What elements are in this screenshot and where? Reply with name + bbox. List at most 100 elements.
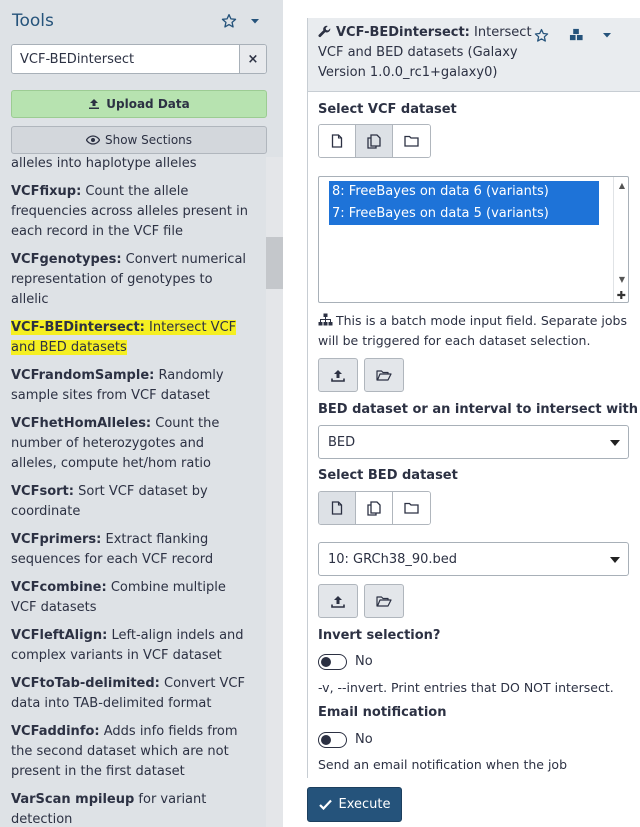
- tool-name: VCFprimers:: [11, 532, 102, 547]
- folder-icon: [404, 135, 419, 147]
- caret-down-icon[interactable]: [597, 25, 617, 45]
- bed-mode-value: BED: [328, 434, 356, 450]
- vcf-option-selected[interactable]: 7: FreeBayes on data 5 (variants): [329, 203, 599, 225]
- browse-bed-button[interactable]: [364, 584, 404, 618]
- browse-vcf-button[interactable]: [364, 358, 404, 392]
- tool-list-scrollbar[interactable]: [266, 157, 283, 827]
- eye-icon: [85, 135, 100, 145]
- bed-mode-select[interactable]: BED: [318, 425, 629, 459]
- caret-down-icon: [610, 557, 620, 563]
- email-notification-toggle[interactable]: [318, 732, 347, 748]
- tool-list: alleles into haplotype alleles VCFfixup: …: [0, 157, 266, 827]
- tool-list-item[interactable]: VCFaddinfo: Adds info fields from the se…: [11, 722, 251, 782]
- tool-highlight: VCF-BEDintersect: Intersect VCF and BED …: [11, 320, 237, 355]
- dataset-collection-button[interactable]: [393, 492, 430, 524]
- tool-list-item[interactable]: VCFgenotypes: Convert numerical represen…: [11, 250, 251, 310]
- tool-list-item[interactable]: VCFprimers: Extract flanking sequences f…: [11, 530, 251, 570]
- upload-vcf-button[interactable]: [318, 358, 358, 392]
- tool-text: VCFleftAlign: Left-align indels and comp…: [11, 628, 244, 663]
- tool-name: VCFleftAlign:: [11, 628, 108, 643]
- tool-text: VCFcombine: Combine multiple VCF dataset…: [11, 580, 226, 615]
- multiple-datasets-button[interactable]: [356, 492, 393, 524]
- tool-list-item[interactable]: VCFhetHomAlleles: Count the number of he…: [11, 414, 251, 474]
- tool-form-header: VCF-BEDintersect: Intersect VCF and BED …: [308, 18, 640, 92]
- tool-name: VCFaddinfo:: [11, 724, 100, 739]
- vcf-option-selected[interactable]: 8: FreeBayes on data 6 (variants): [329, 181, 599, 203]
- batch-mode-help: This is a batch mode input field. Separa…: [318, 311, 636, 351]
- tool-text: VCFtoTab-delimited: Convert VCF data int…: [11, 676, 245, 711]
- tool-name: VCFfixup:: [11, 184, 82, 199]
- copy-icon: [367, 133, 381, 149]
- vcf-dataset-select[interactable]: 8: FreeBayes on data 6 (variants) 7: Fre…: [318, 176, 629, 303]
- execute-button[interactable]: Execute: [307, 787, 402, 822]
- tool-panel-title: Tools: [12, 11, 54, 31]
- resize-handle-icon[interactable]: ✚: [617, 289, 626, 302]
- tool-text: VCFfixup: Count the allele frequencies a…: [11, 184, 248, 239]
- vcf-select-scrollbar[interactable]: ▲ ▼: [613, 177, 628, 302]
- tool-list-item[interactable]: alleles into haplotype alleles: [11, 157, 251, 174]
- tool-name: VCFcombine:: [11, 580, 107, 595]
- email-notification-label: Email notification: [318, 705, 447, 720]
- single-dataset-button[interactable]: [319, 125, 356, 157]
- clear-search-button[interactable]: ×: [239, 45, 266, 73]
- show-sections-button[interactable]: Show Sections: [11, 126, 267, 154]
- bed-dataset-label: Select BED dataset: [318, 468, 458, 483]
- tool-text: VCFgenotypes: Convert numerical represen…: [11, 252, 246, 307]
- tool-name: VCF-BEDintersect:: [336, 25, 470, 40]
- tool-text: VarScan mpileup for variant detection: [11, 792, 206, 827]
- email-notification-state: No: [355, 732, 373, 747]
- scroll-up-icon[interactable]: ▲: [619, 181, 625, 190]
- sitemap-icon: [318, 313, 333, 326]
- bed-mode-label: BED dataset or an interval to intersect …: [318, 402, 639, 417]
- caret-down-icon: [610, 440, 620, 446]
- batch-mode-help-text: This is a batch mode input field. Separa…: [318, 313, 627, 348]
- tool-text: VCFaddinfo: Adds info fields from the se…: [11, 724, 238, 779]
- multiple-datasets-button[interactable]: [356, 125, 393, 157]
- tool-panel: Tools × Upload Data Show Sections allele…: [0, 0, 283, 827]
- tool-search-input[interactable]: [12, 45, 239, 73]
- tool-text: VCFsort: Sort VCF dataset by coordinate: [11, 484, 208, 519]
- scroll-down-icon[interactable]: ▼: [619, 275, 625, 284]
- invert-selection-state: No: [355, 654, 373, 669]
- tool-list-item[interactable]: VCF-BEDintersect: Intersect VCF and BED …: [11, 318, 251, 358]
- tool-name: VCFgenotypes:: [11, 252, 122, 267]
- tool-list-item[interactable]: VCFfixup: Count the allele frequencies a…: [11, 182, 251, 242]
- bed-dataset-select[interactable]: 10: GRCh38_90.bed: [318, 542, 629, 576]
- tool-name: VCFhetHomAlleles:: [11, 416, 152, 431]
- tool-description: alleles into haplotype alleles: [11, 157, 197, 171]
- tool-list-item[interactable]: VarScan mpileup for variant detection: [11, 790, 251, 827]
- tool-list-item[interactable]: VCFrandomSample: Randomly sample sites f…: [11, 366, 251, 406]
- upload-bed-button[interactable]: [318, 584, 358, 618]
- tool-name: VCFrandomSample:: [11, 368, 155, 383]
- upload-data-button[interactable]: Upload Data: [11, 90, 267, 118]
- invert-selection-toggle[interactable]: [318, 654, 347, 670]
- tool-form-title: VCF-BEDintersect: Intersect VCF and BED …: [318, 23, 533, 83]
- tool-list-item[interactable]: VCFtoTab-delimited: Convert VCF data int…: [11, 674, 251, 714]
- star-icon[interactable]: [531, 25, 551, 45]
- folder-open-icon: [376, 370, 392, 381]
- tool-list-item[interactable]: VCFsort: Sort VCF dataset by coordinate: [11, 482, 251, 522]
- toggle-knob: [321, 656, 331, 667]
- file-icon: [331, 501, 343, 515]
- dataset-collection-button[interactable]: [393, 125, 430, 157]
- tool-name: VCF-BEDintersect:: [11, 320, 145, 335]
- tool-list-item[interactable]: VCFleftAlign: Left-align indels and comp…: [11, 626, 251, 666]
- cubes-icon[interactable]: [566, 25, 586, 45]
- invert-selection-help: -v, --invert. Print entries that DO NOT …: [318, 680, 614, 695]
- tool-text: VCFprimers: Extract flanking sequences f…: [11, 532, 213, 567]
- folder-open-icon: [376, 596, 392, 607]
- panel-gutter: [283, 0, 307, 827]
- invert-selection-label: Invert selection?: [318, 628, 441, 643]
- upload-icon: [331, 595, 345, 608]
- tool-form: VCF-BEDintersect: Intersect VCF and BED …: [307, 18, 640, 778]
- bed-input-mode-group: [318, 491, 431, 525]
- caret-down-icon[interactable]: [245, 10, 265, 32]
- toggle-knob: [321, 734, 331, 745]
- single-dataset-button[interactable]: [319, 492, 356, 524]
- star-icon[interactable]: [219, 10, 239, 32]
- scrollbar-thumb[interactable]: [266, 237, 283, 289]
- tool-list-item[interactable]: VCFcombine: Combine multiple VCF dataset…: [11, 578, 251, 618]
- upload-data-label: Upload Data: [106, 97, 190, 111]
- email-notification-help: Send an email notification when the job …: [318, 757, 567, 778]
- tool-name: VarScan mpileup: [11, 792, 135, 807]
